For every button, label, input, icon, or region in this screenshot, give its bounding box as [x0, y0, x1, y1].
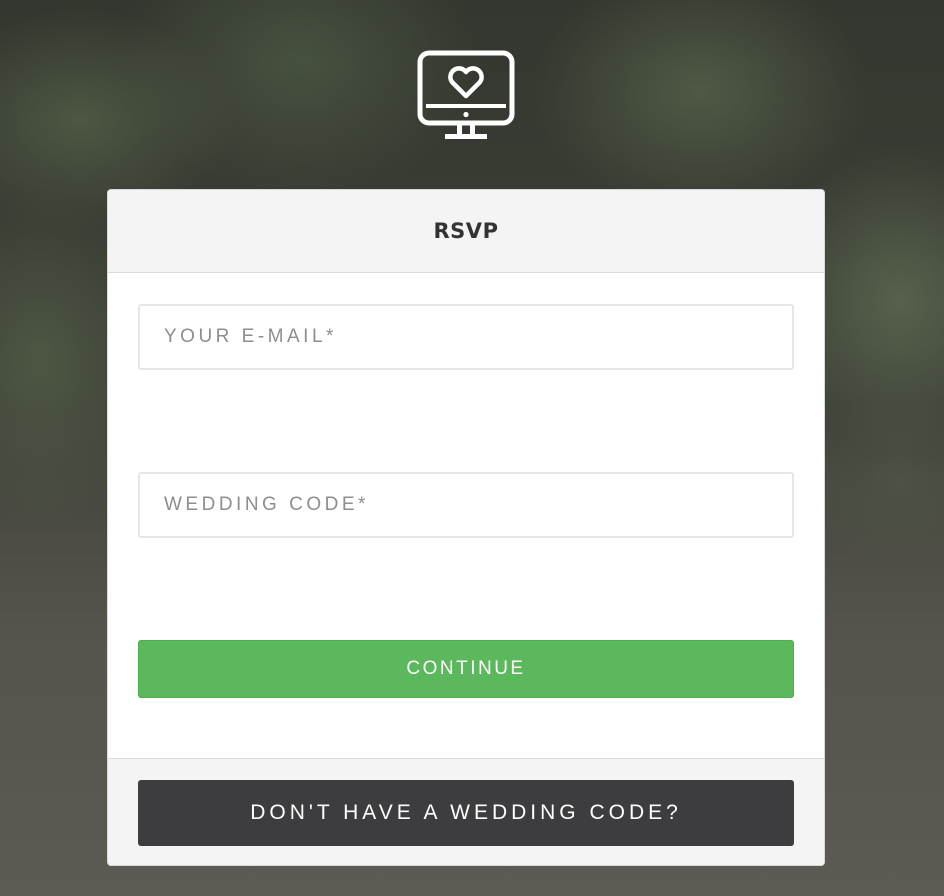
card-footer: DON'T HAVE A WEDDING CODE?: [108, 758, 824, 865]
email-input[interactable]: [138, 304, 794, 370]
wedding-code-input[interactable]: [138, 472, 794, 538]
continue-button-label: CONTINUE: [406, 658, 526, 679]
no-wedding-code-button[interactable]: DON'T HAVE A WEDDING CODE?: [138, 780, 794, 846]
monitor-heart-icon: [416, 50, 516, 142]
continue-button[interactable]: CONTINUE: [138, 640, 794, 698]
no-wedding-code-label: DON'T HAVE A WEDDING CODE?: [250, 801, 682, 824]
rsvp-card: RSVP CONTINUE DON'T HAVE A WEDDING CODE?: [107, 189, 825, 866]
card-title: RSVP: [433, 219, 499, 243]
card-header: RSVP: [108, 190, 824, 273]
